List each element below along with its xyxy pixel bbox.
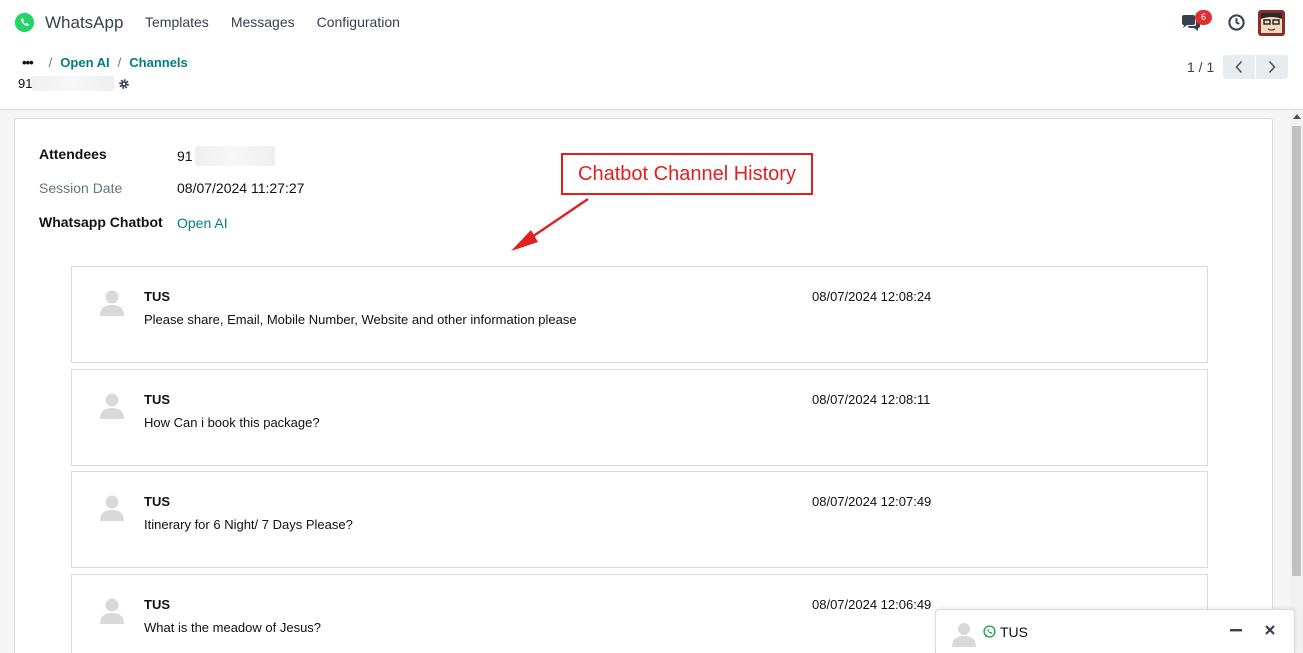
breadcrumb-channels[interactable]: Channels [129, 55, 188, 70]
message-author: TUS [144, 392, 170, 407]
chat-window[interactable]: TUS [935, 609, 1295, 653]
scroll-up-arrow-icon[interactable] [1293, 114, 1301, 119]
menu-templates[interactable]: Templates [145, 14, 209, 30]
redacted-number [194, 146, 275, 166]
attendees-value[interactable]: 91 [177, 146, 275, 166]
whatsapp-chatbot-link[interactable]: Open AI [177, 215, 228, 231]
whatsapp-icon[interactable] [14, 12, 35, 33]
user-placeholder-icon [100, 598, 124, 624]
message-author: TUS [144, 597, 170, 612]
record-name: 91 [18, 76, 130, 91]
attendees-label: Attendees [39, 146, 107, 162]
chat-badge: 6 [1195, 10, 1212, 25]
message-card: TUS 08/07/2024 12:08:24 Please share, Em… [71, 266, 1208, 363]
annotation-text: Chatbot Channel History [578, 162, 796, 185]
message-card: TUS 08/07/2024 12:08:11 How Can i book t… [71, 369, 1208, 466]
annotation-arrow-icon [511, 198, 589, 251]
message-body: Please share, Email, Mobile Number, Webs… [144, 312, 577, 327]
message-date: 08/07/2024 12:08:24 [812, 289, 932, 304]
breadcrumb-separator: / [48, 55, 53, 70]
minimize-button[interactable] [1229, 623, 1243, 637]
chevron-right-icon [1268, 60, 1276, 74]
session-date-value: 08/07/2024 11:27:27 [177, 180, 305, 196]
whatsapp-chatbot-label: Whatsapp Chatbot [39, 214, 163, 230]
clock-icon[interactable] [1227, 13, 1246, 32]
message-body: Itinerary for 6 Night/ 7 Days Please? [144, 517, 353, 532]
whatsapp-icon [983, 625, 996, 638]
scrollbar-thumb[interactable] [1292, 126, 1301, 576]
user-avatar[interactable] [1258, 10, 1285, 36]
breadcrumb: ••• / Open AI / Channels [22, 55, 188, 70]
scrollbar[interactable] [1290, 110, 1303, 653]
message-date: 08/07/2024 12:07:49 [812, 494, 932, 509]
message-body: How Can i book this package? [144, 415, 320, 430]
main-menu: Templates Messages Configuration [145, 14, 422, 30]
record-name-text: 91 [18, 76, 33, 91]
message-author: TUS [144, 289, 170, 304]
pager-previous-button[interactable] [1223, 55, 1255, 79]
message-body: What is the meadow of Jesus? [144, 620, 322, 635]
message-author: TUS [144, 494, 170, 509]
breadcrumb-dots[interactable]: ••• [22, 55, 34, 70]
attendees-value-text: 91 [177, 148, 193, 164]
user-placeholder-icon [100, 393, 124, 419]
chat-window-title[interactable]: TUS [1000, 624, 1028, 640]
pager-next-button[interactable] [1256, 55, 1288, 79]
menu-messages[interactable]: Messages [231, 14, 295, 30]
chevron-left-icon [1235, 60, 1243, 74]
top-navbar: WhatsApp Templates Messages Configuratio… [0, 0, 1303, 46]
close-icon [1265, 625, 1275, 635]
gear-icon[interactable] [118, 78, 130, 90]
minus-icon [1230, 629, 1242, 632]
app-title[interactable]: WhatsApp [45, 13, 123, 33]
breadcrumb-separator: / [117, 55, 122, 70]
message-date: 08/07/2024 12:06:49 [812, 597, 932, 612]
annotation-callout: Chatbot Channel History [561, 153, 813, 195]
breadcrumb-open-ai[interactable]: Open AI [60, 55, 109, 70]
close-button[interactable] [1264, 623, 1278, 637]
redacted-number [32, 76, 115, 91]
user-placeholder-icon [100, 290, 124, 316]
pager-value[interactable]: 1 / 1 [1187, 59, 1214, 75]
message-card: TUS 08/07/2024 12:07:49 Itinerary for 6 … [71, 471, 1208, 568]
message-date: 08/07/2024 12:08:11 [812, 392, 931, 407]
user-placeholder-icon [100, 495, 124, 521]
session-date-label: Session Date [39, 180, 123, 196]
user-placeholder-icon [952, 623, 976, 647]
menu-configuration[interactable]: Configuration [317, 14, 400, 30]
